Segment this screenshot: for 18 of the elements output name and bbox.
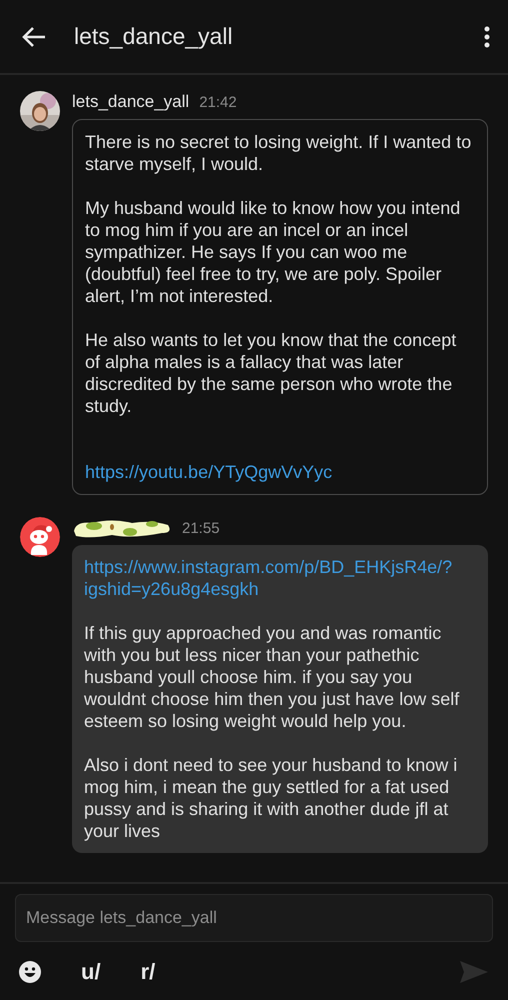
robot-avatar-icon xyxy=(20,517,60,557)
emoji-icon[interactable] xyxy=(19,961,41,983)
message-text: If this guy approached you and was romantic with you but less nicer than your pathethic husband youll choose him. if you say you wouldnt choose him then you just have low self esteem so losing weight would help you. xyxy=(84,622,460,732)
message-text: My husband would like to know how you intend to mog him if you are an incel or an incel sympathizer. He says If you can woo me (doubtful) feel free to try, we are poly. Spoiler alert, I’m not interested. xyxy=(85,197,462,307)
more-options-icon[interactable] xyxy=(484,26,490,48)
message-input-field[interactable]: Message lets_dance_yall xyxy=(15,894,493,942)
link[interactable]: https://www.instagram.com/p/BD_EHKjsR4e/?igshid=y26u8g4esgkh xyxy=(84,556,476,600)
author-name[interactable]: lets_dance_yall xyxy=(72,92,190,112)
community-mention-button[interactable]: r/ xyxy=(140,959,156,985)
message-text: There is no secret to losing weight. If I wanted to starve myself, I would. xyxy=(85,131,472,175)
message-text: Also i dont need to see your husband to know i mog him, i mean the guy settled for a fat used pussy and is sharing it with another dude jfl at your lives xyxy=(84,754,458,842)
message-text: He also wants to let you know that the concept of alpha males is a fallacy that was later discredited by the same person who wrote the study. xyxy=(85,329,458,417)
timestamp: 21:55 xyxy=(182,520,220,536)
link[interactable]: https://youtu.be/YTyQgwVvYyc xyxy=(85,461,475,483)
user-mention-button[interactable]: u/ xyxy=(81,959,101,985)
chat-title: lets_dance_yall xyxy=(74,23,234,50)
timestamp: 21:42 xyxy=(199,94,237,110)
back-icon[interactable] xyxy=(22,26,46,48)
